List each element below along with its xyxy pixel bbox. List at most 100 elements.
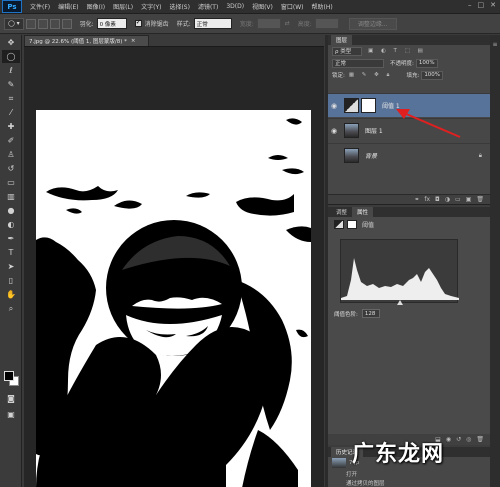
opacity-input[interactable]: 100%	[415, 58, 438, 68]
layer-name[interactable]: 背景	[365, 151, 377, 160]
eraser-tool-icon[interactable]: ▭	[2, 176, 20, 189]
collapsed-panel-icons: ≡	[490, 35, 500, 487]
fx-icon[interactable]: fx	[424, 196, 430, 203]
new-selection-button[interactable]	[25, 18, 36, 29]
properties-title: 阈值	[362, 221, 375, 229]
menu-view[interactable]: 视图(V)	[252, 2, 273, 11]
properties-panel: 调整 属性 阈值 阈值色阶: 128 ⬓ ◉ ↺ ◎ 🗑︎	[328, 207, 490, 445]
pen-tool-icon[interactable]: ✒	[2, 232, 20, 245]
swap-icon[interactable]: ⇄	[285, 20, 290, 27]
menu-window[interactable]: 窗口(W)	[281, 2, 304, 11]
menu-filter[interactable]: 滤镜(T)	[198, 2, 218, 11]
adjustment-layer-icon	[344, 98, 359, 113]
quick-mask-icon[interactable]: ◙	[2, 392, 20, 405]
healing-brush-tool-icon[interactable]: ✚	[2, 120, 20, 133]
foreground-color-swatch[interactable]	[4, 371, 14, 381]
image-canvas[interactable]	[36, 110, 311, 487]
quick-selection-tool-icon[interactable]: ✎	[2, 78, 20, 91]
trash-icon[interactable]: 🗑︎	[476, 196, 484, 203]
move-tool-icon[interactable]: ✥	[2, 36, 20, 49]
menu-edit[interactable]: 编辑(E)	[58, 2, 78, 11]
elliptical-marquee-tool-icon[interactable]: ◯	[2, 50, 20, 63]
layer-mask-thumbnail[interactable]	[361, 98, 376, 113]
close-document-icon[interactable]: ×	[131, 38, 136, 44]
clone-stamp-tool-icon[interactable]: ♙	[2, 148, 20, 161]
layer-kind-select[interactable]: ρ 类型	[332, 46, 362, 56]
histogram-graph	[341, 258, 459, 300]
threshold-image	[36, 110, 311, 487]
history-item[interactable]: 打开	[328, 469, 490, 478]
style-select[interactable]: 正常	[193, 18, 232, 29]
style-label: 样式:	[176, 21, 191, 28]
hand-tool-icon[interactable]: ✋	[2, 288, 20, 301]
tool-preset-picker[interactable]: ◯ ▾	[4, 17, 24, 30]
threshold-slider[interactable]	[397, 300, 403, 305]
layer-name[interactable]: 图层 1	[365, 126, 383, 135]
visibility-eye-icon[interactable]: ◉	[328, 102, 340, 110]
menu-select[interactable]: 选择(S)	[169, 2, 190, 11]
maximize-icon[interactable]: □	[478, 1, 485, 9]
threshold-icon	[334, 219, 344, 229]
document-tab-title: 7.jpg @ 22.6% (阈值 1, 图层蒙版/8) *	[29, 39, 127, 45]
antialias-label: 消除锯齿	[144, 21, 169, 28]
history-item[interactable]: 通过拷贝的图层	[328, 478, 490, 487]
delete-icon[interactable]: 🗑︎	[476, 436, 484, 443]
zoom-tool-icon[interactable]: ⌕	[2, 302, 20, 315]
new-layer-icon[interactable]: ▣	[466, 196, 472, 203]
type-tool-icon[interactable]: T	[2, 246, 20, 259]
threshold-level-input[interactable]: 128	[361, 309, 380, 318]
blend-mode-select[interactable]: 正常	[332, 58, 384, 68]
reset-icon[interactable]: ↺	[456, 436, 461, 443]
minimize-icon[interactable]: –	[468, 1, 472, 9]
adjustment-icon[interactable]: ◑	[445, 196, 450, 203]
lasso-tool-icon[interactable]: ℓ	[2, 64, 20, 77]
menu-image[interactable]: 图像(I)	[87, 2, 105, 11]
menu-3d[interactable]: 3D(D)	[226, 3, 244, 10]
layer-row-background[interactable]: 背景 🔒︎	[328, 143, 490, 167]
feather-label: 羽化:	[79, 21, 94, 28]
history-item-label: 打开	[346, 471, 358, 478]
lock-icons[interactable]: ▦ ✎ ✥ 🔒︎	[349, 72, 393, 79]
refine-edge-button[interactable]: 调整边缘...	[348, 17, 397, 30]
mask-icon[interactable]	[347, 219, 357, 229]
properties-tabbar: 调整 属性	[328, 207, 490, 217]
panel-menu-icon[interactable]: ≡	[490, 41, 500, 48]
visibility-eye-icon[interactable]: ◉	[328, 127, 340, 135]
visibility-icon[interactable]: ◎	[466, 436, 471, 443]
rectangle-tool-icon[interactable]: ▯	[2, 274, 20, 287]
subtract-selection-button[interactable]	[49, 18, 60, 29]
history-brush-tool-icon[interactable]: ↺	[2, 162, 20, 175]
height-input[interactable]	[314, 18, 339, 29]
tab-layers[interactable]: 图层	[331, 35, 353, 45]
menu-help[interactable]: 帮助(H)	[312, 2, 333, 11]
folder-icon[interactable]: ▭	[455, 196, 461, 203]
tab-adjustments[interactable]: 调整	[331, 207, 352, 217]
close-icon[interactable]: ✕	[490, 1, 496, 9]
link-icon[interactable]: ⚭	[414, 196, 419, 203]
crop-tool-icon[interactable]: ⌗	[2, 92, 20, 105]
tab-properties[interactable]: 属性	[352, 207, 374, 217]
add-selection-button[interactable]	[37, 18, 48, 29]
filter-icons[interactable]: ▣ ◐ T ⬚ ▤	[368, 48, 426, 54]
width-input[interactable]	[256, 18, 281, 29]
blur-tool-icon[interactable]: ●	[2, 204, 20, 217]
fill-label: 填充:	[406, 73, 420, 79]
document-tab[interactable]: 7.jpg @ 22.6% (阈值 1, 图层蒙版/8) * ×	[24, 35, 149, 46]
eyedropper-tool-icon[interactable]: ⁄	[2, 106, 20, 119]
layers-footer: ⚭ fx ◘ ◑ ▭ ▣ 🗑︎	[328, 194, 490, 204]
menu-file[interactable]: 文件(F)	[30, 2, 50, 11]
menu-layer[interactable]: 图层(L)	[113, 2, 133, 11]
document-window	[24, 46, 324, 487]
menu-type[interactable]: 文字(Y)	[141, 2, 161, 11]
intersect-selection-button[interactable]	[61, 18, 72, 29]
path-selection-tool-icon[interactable]: ➤	[2, 260, 20, 273]
brush-tool-icon[interactable]: ✐	[2, 134, 20, 147]
gradient-tool-icon[interactable]: ▥	[2, 190, 20, 203]
feather-input[interactable]: 0 像素	[96, 18, 127, 29]
eye-preview-icon[interactable]: ◉	[446, 436, 451, 443]
fill-input[interactable]: 100%	[421, 70, 444, 80]
add-mask-icon[interactable]: ◘	[435, 196, 440, 203]
dodge-tool-icon[interactable]: ◐	[2, 218, 20, 231]
antialias-checkbox[interactable]	[134, 18, 142, 27]
screen-mode-icon[interactable]: ▣	[2, 408, 20, 421]
